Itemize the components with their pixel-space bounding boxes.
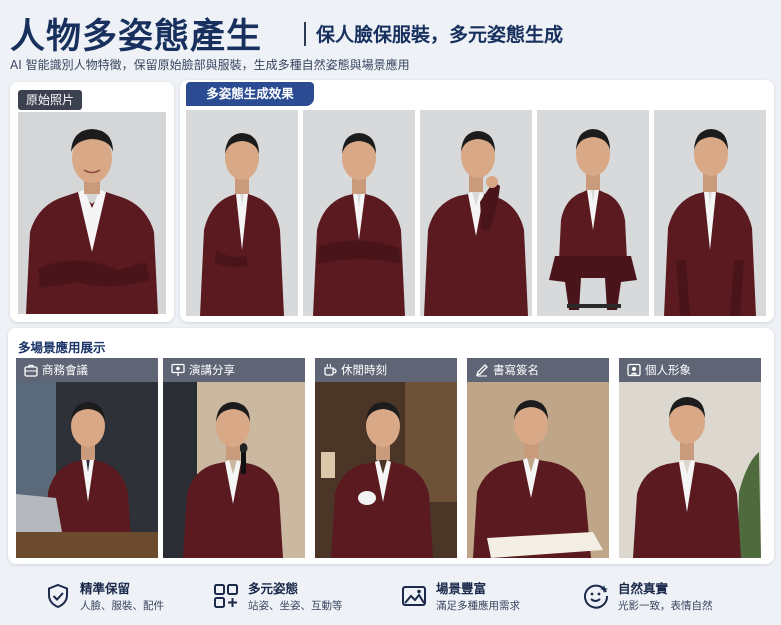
coffee-cup-icon	[324, 363, 337, 376]
scene-card-signing[interactable]: 書寫簽名	[467, 358, 609, 558]
features-bar: 精準保留 人臉、服裝、配件 多元姿態 站姿、坐姿、互動等 場景豐富 滿足多種應用…	[0, 568, 781, 625]
poses-panel: 多姿態生成效果	[180, 80, 774, 322]
scene-label: 演講分享	[189, 363, 235, 377]
page-description: AI 智能識別人物特徵，保留原始臉部與服裝，生成多種自然姿態與場景應用	[10, 58, 410, 72]
feature-desc: 人臉、服裝、配件	[80, 600, 164, 612]
scene-header: 演講分享	[163, 358, 305, 382]
scene-photo-leisure	[315, 382, 457, 558]
original-photo-panel: 原始照片	[10, 82, 174, 322]
shield-check-icon	[48, 583, 68, 609]
smile-icon	[584, 584, 609, 609]
page-subtitle: 保人臉保服裝，多元姿態生成	[316, 24, 564, 46]
presentation-icon	[171, 363, 185, 376]
signing-image	[467, 382, 609, 558]
pen-icon	[475, 364, 488, 377]
scene-card-business[interactable]: 商務會議	[16, 358, 158, 558]
scene-label: 書寫簽名	[493, 363, 539, 377]
person-portrait	[18, 112, 166, 314]
leisure-image	[315, 382, 457, 558]
page-title: 人物多姿態產生	[10, 17, 263, 57]
scene-header: 個人形象	[619, 358, 761, 382]
pose-hands-in-pockets	[654, 110, 766, 316]
scenes-title: 多場景應用展示	[18, 340, 106, 355]
header: 人物多姿態產生 保人臉保服裝，多元姿態生成 AI 智能識別人物特徵，保留原始臉部…	[8, 6, 773, 76]
scene-header: 商務會議	[16, 358, 158, 382]
feature-desc: 滿足多種應用需求	[436, 600, 520, 612]
scene-label: 商務會議	[42, 363, 88, 377]
personal-image	[619, 382, 761, 558]
business-meeting-image	[16, 382, 158, 558]
pose-photo-5[interactable]	[654, 110, 766, 316]
scene-photo-speech	[163, 382, 305, 558]
title-divider	[304, 22, 306, 46]
grid-icon	[214, 584, 238, 608]
feature-title: 多元姿態	[248, 581, 299, 596]
pose-arms-crossed	[303, 110, 415, 316]
feature-desc: 站姿、坐姿、互動等	[248, 600, 343, 612]
scene-card-leisure[interactable]: 休閒時刻	[315, 358, 457, 558]
speech-image	[163, 382, 305, 558]
pose-photo-4[interactable]	[537, 110, 649, 316]
portrait-icon	[627, 363, 641, 377]
scene-label: 休閒時刻	[341, 363, 387, 377]
feature-title: 精準保留	[80, 581, 131, 596]
pose-photo-2[interactable]	[303, 110, 415, 316]
feature-desc: 光影一致，表情自然	[618, 600, 713, 612]
poses-label: 多姿態生成效果	[186, 82, 314, 106]
pose-hand-on-chin	[420, 110, 532, 316]
briefcase-icon	[24, 364, 38, 377]
pose-photo-1[interactable]	[186, 110, 298, 316]
feature-title: 自然真實	[618, 581, 669, 596]
scene-header: 休閒時刻	[315, 358, 457, 382]
scene-photo-business	[16, 382, 158, 558]
scene-card-personal[interactable]: 個人形象	[619, 358, 761, 558]
scene-header: 書寫簽名	[467, 358, 609, 382]
scene-card-speech[interactable]: 演講分享	[163, 358, 305, 558]
feature-title: 場景豐富	[436, 581, 487, 596]
scene-photo-signing	[467, 382, 609, 558]
original-photo[interactable]	[18, 112, 166, 314]
pose-photo-3[interactable]	[420, 110, 532, 316]
landscape-image-icon	[402, 586, 426, 606]
scenes-panel: 多場景應用展示 商務會議 演講分享 休閒時刻 書寫簽名 個人形象	[8, 328, 774, 564]
pose-standing-buttoning	[186, 110, 298, 316]
pose-seated	[537, 110, 649, 316]
original-photo-label: 原始照片	[18, 90, 83, 110]
scene-label: 個人形象	[645, 363, 691, 377]
scene-photo-personal	[619, 382, 761, 558]
